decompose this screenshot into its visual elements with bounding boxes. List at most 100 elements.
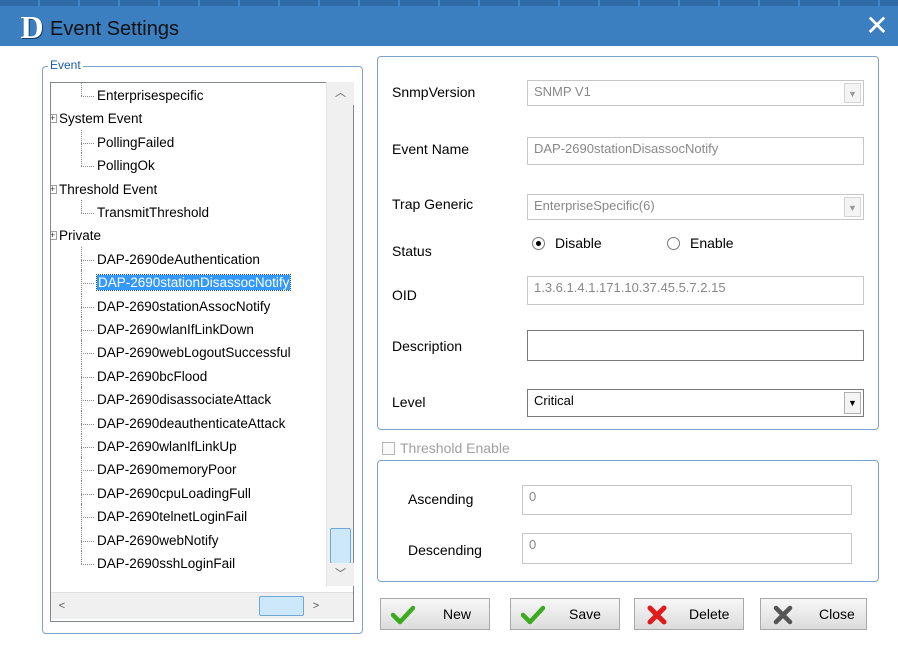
delete-button[interactable]: Delete: [634, 598, 744, 630]
level-select[interactable]: Critical ▼: [527, 389, 864, 417]
tree-connector: [81, 129, 82, 154]
title-bar-strip: [0, 0, 898, 6]
oid-label: OID: [392, 287, 417, 303]
tree-item-label: DAP-2690deauthenticateAttack: [97, 415, 286, 431]
vertical-scroll-thumb[interactable]: [330, 528, 351, 564]
delete-button-label: Delete: [689, 606, 730, 622]
tree-expand-icon[interactable]: +: [51, 114, 57, 124]
tree-event-item[interactable]: DAP-2690stationDisassocNotify: [95, 272, 292, 294]
descending-label: Descending: [408, 542, 482, 558]
ascending-value: 0: [529, 489, 537, 504]
scroll-right-icon[interactable]: >: [305, 595, 327, 618]
status-disable-label[interactable]: Disable: [555, 235, 602, 251]
settings-group: [377, 56, 879, 430]
event-name-label: Event Name: [392, 141, 470, 157]
tree-horizontal-scrollbar[interactable]: < >: [51, 592, 353, 619]
title-bar[interactable]: D Event Settings ✕: [0, 0, 898, 46]
oid-field[interactable]: 1.3.6.1.4.1.171.10.37.45.5.7.2.15: [527, 276, 864, 305]
tree-event-item[interactable]: DAP-2690wlanIfLinkDown: [97, 319, 254, 341]
status-label: Status: [392, 243, 432, 259]
close-button-label: Close: [819, 606, 855, 622]
tree-event-item[interactable]: DAP-2690sshLoginFail: [97, 553, 235, 575]
snmp-version-select[interactable]: SNMP V1 ▼: [527, 80, 864, 106]
snmp-version-value: SNMP V1: [534, 84, 591, 99]
tree-event-item[interactable]: PollingFailed: [97, 132, 174, 154]
tree-event-item[interactable]: DAP-2690deAuthentication: [97, 249, 260, 271]
tree-item-label: DAP-2690deAuthentication: [97, 251, 260, 267]
tree-event-item[interactable]: DAP-2690deauthenticateAttack: [97, 413, 285, 435]
tree-event-item[interactable]: PollingOk: [97, 155, 155, 177]
close-button[interactable]: Close: [760, 598, 867, 630]
ascending-label: Ascending: [408, 491, 474, 507]
status-enable-radio[interactable]: [667, 237, 680, 250]
tree-category[interactable]: System Event: [59, 108, 142, 130]
new-button[interactable]: New: [380, 598, 490, 630]
window-close-icon[interactable]: ✕: [862, 12, 892, 42]
red-x-icon: [647, 605, 667, 625]
tree-event-item[interactable]: DAP-2690bcFlood: [97, 366, 207, 388]
level-value: Critical: [534, 393, 574, 408]
tree-connector: [81, 457, 82, 481]
tree-item-label: Private: [59, 228, 102, 244]
checkmark-icon: [521, 605, 545, 625]
tree-connector: [81, 283, 94, 285]
tree-connector: [81, 96, 94, 97]
tree-item-label: DAP-2690webNotify: [97, 532, 219, 548]
tree-item-label: DAP-2690wlanIfLinkUp: [97, 439, 237, 454]
tree-connector: [81, 527, 82, 551]
horizontal-scroll-thumb[interactable]: [259, 596, 304, 616]
dlink-logo: D: [20, 9, 44, 45]
tree-expand-icon[interactable]: +: [51, 184, 57, 194]
tree-item-label: DAP-2690bcFlood: [97, 368, 208, 384]
tree-connector: [81, 434, 82, 458]
tree-event-item[interactable]: DAP-2690telnetLoginFail: [97, 506, 247, 528]
tree-event-item[interactable]: DAP-2690disassociateAttack: [97, 389, 271, 411]
tree-item-label: Enterprisespecific: [97, 88, 204, 103]
event-tree[interactable]: Enterprisespecific System Event + PollingFa…: [50, 82, 354, 622]
tree-connector: [81, 293, 82, 317]
snmp-version-label: SnmpVersion: [392, 84, 476, 100]
descending-value: 0: [529, 537, 537, 552]
tree-event-item[interactable]: Enterprisespecific: [97, 85, 204, 107]
tree-event-item[interactable]: DAP-2690memoryPoor: [97, 459, 237, 481]
tree-connector: [81, 363, 82, 388]
scroll-up-icon[interactable]: ︿: [327, 82, 354, 105]
threshold-enable-label[interactable]: Threshold Enable: [400, 440, 510, 456]
trap-generic-select[interactable]: EnterpriseSpecific(6) ▼: [527, 194, 864, 220]
tree-event-item[interactable]: DAP-2690webNotify: [97, 530, 219, 552]
description-field[interactable]: [527, 330, 864, 361]
oid-value: 1.3.6.1.4.1.171.10.37.45.5.7.2.15: [534, 280, 726, 295]
trap-generic-label: Trap Generic: [392, 196, 474, 212]
tree-connector: [81, 142, 94, 144]
status-enable-label[interactable]: Enable: [690, 235, 734, 251]
tree-connector: [81, 470, 94, 472]
threshold-enable-checkbox[interactable]: [382, 442, 395, 455]
status-disable-radio[interactable]: [532, 237, 545, 250]
tree-item-label: DAP-2690sshLoginFail: [97, 556, 236, 571]
save-button[interactable]: Save: [510, 598, 620, 630]
tree-item-label: DAP-2690telnetLoginFail: [97, 509, 248, 525]
tree-event-item[interactable]: DAP-2690cpuLoadingFull: [97, 483, 251, 505]
tree-expand-icon[interactable]: +: [51, 231, 57, 241]
scroll-down-icon[interactable]: ﹀: [327, 563, 354, 586]
scroll-left-icon[interactable]: <: [51, 595, 73, 618]
chevron-down-icon: ▼: [844, 83, 861, 103]
tree-connector: [81, 447, 94, 448]
tree-vertical-scrollbar[interactable]: ︿ ﹀: [326, 82, 354, 586]
descending-field[interactable]: 0: [522, 533, 852, 564]
tree-event-item[interactable]: DAP-2690wlanIfLinkUp: [97, 436, 237, 458]
tree-connector: [81, 270, 82, 294]
tree-event-item[interactable]: DAP-2690stationAssocNotify: [97, 296, 270, 318]
tree-item-label: DAP-2690wlanIfLinkDown: [97, 322, 254, 337]
tree-category[interactable]: Threshold Event: [59, 179, 157, 201]
event-name-field[interactable]: DAP-2690stationDisassocNotify: [527, 137, 864, 165]
tree-connector: [81, 166, 94, 168]
tree-item-label: DAP-2690disassociateAttack: [97, 392, 272, 408]
trap-generic-value: EnterpriseSpecific(6): [534, 198, 655, 213]
tree-category[interactable]: Private: [59, 225, 101, 247]
tree-connector: [81, 410, 82, 434]
tree-event-item[interactable]: DAP-2690webLogoutSuccessful: [97, 342, 291, 364]
tree-event-item[interactable]: TransmitThreshold: [97, 202, 209, 224]
tree-connector: [81, 153, 82, 167]
ascending-field[interactable]: 0: [522, 485, 852, 515]
